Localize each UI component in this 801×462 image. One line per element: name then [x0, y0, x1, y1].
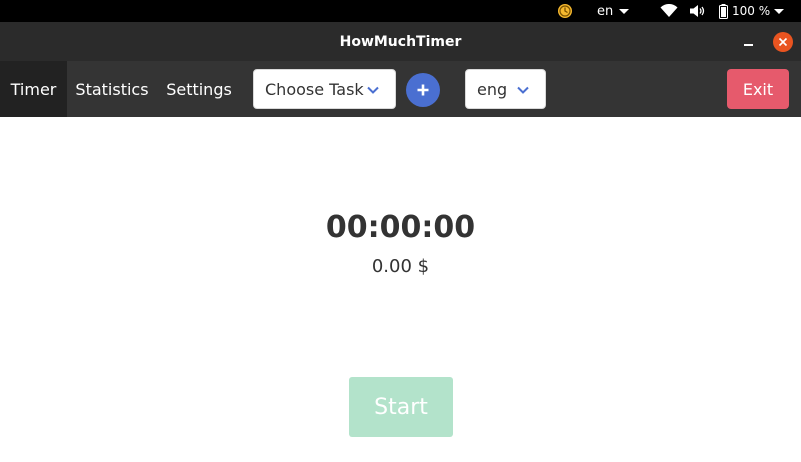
- tab-settings[interactable]: Settings: [157, 61, 241, 117]
- plus-icon: [417, 84, 429, 96]
- caret-down-icon: [619, 8, 630, 14]
- volume-icon[interactable]: [689, 0, 707, 22]
- timer-display: 00:00:00: [325, 210, 476, 245]
- language-select[interactable]: eng: [465, 69, 546, 109]
- minimize-button[interactable]: [737, 33, 759, 51]
- window-title: HowMuchTimer: [339, 33, 462, 50]
- app-nav-bar: Timer Statistics Settings Choose Task en…: [0, 61, 801, 117]
- chevron-down-icon: [367, 86, 379, 94]
- close-window-button[interactable]: [773, 32, 793, 52]
- keyboard-language-indicator[interactable]: en: [597, 0, 630, 22]
- battery-icon: [719, 3, 728, 19]
- clock-icon[interactable]: [557, 0, 573, 22]
- chevron-down-icon: [517, 86, 529, 94]
- add-task-button[interactable]: [406, 73, 440, 107]
- caret-down-icon: [774, 8, 785, 14]
- minimize-icon: [743, 44, 753, 46]
- battery-percent: 100 %: [732, 4, 771, 18]
- tab-statistics[interactable]: Statistics: [67, 61, 157, 117]
- start-button[interactable]: Start: [349, 377, 453, 437]
- task-select[interactable]: Choose Task: [253, 69, 396, 109]
- timer-panel: 00:00:00 0.00 $ Start: [0, 117, 801, 462]
- language-label: en: [597, 3, 614, 19]
- earned-amount: 0.00 $: [371, 256, 430, 277]
- system-top-bar: en 100 %: [0, 0, 801, 22]
- wifi-icon[interactable]: [660, 0, 678, 22]
- close-icon: [778, 37, 788, 47]
- task-select-value: Choose Task: [265, 79, 364, 99]
- tab-timer[interactable]: Timer: [0, 61, 67, 117]
- window-title-bar[interactable]: HowMuchTimer: [0, 22, 801, 61]
- language-select-value: eng: [477, 79, 508, 99]
- exit-button[interactable]: Exit: [727, 69, 789, 109]
- battery-indicator[interactable]: 100 %: [719, 0, 785, 22]
